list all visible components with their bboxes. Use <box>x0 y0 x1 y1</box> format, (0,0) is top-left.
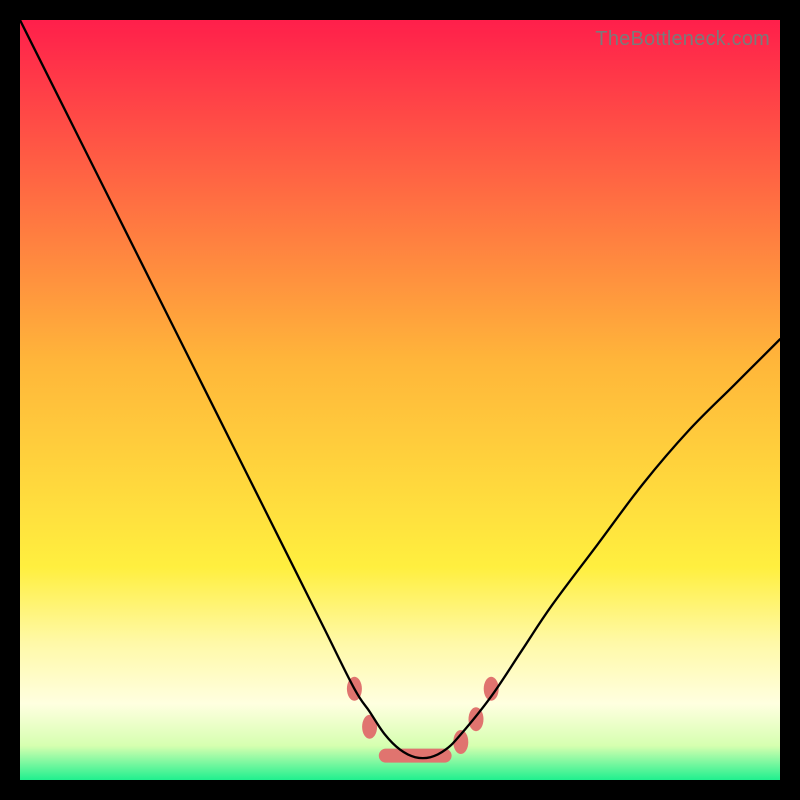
marker-bar <box>379 749 452 763</box>
chart-background <box>20 20 780 780</box>
chart-frame: TheBottleneck.com <box>20 20 780 780</box>
watermark-text: TheBottleneck.com <box>595 28 770 51</box>
bottleneck-chart <box>20 20 780 780</box>
